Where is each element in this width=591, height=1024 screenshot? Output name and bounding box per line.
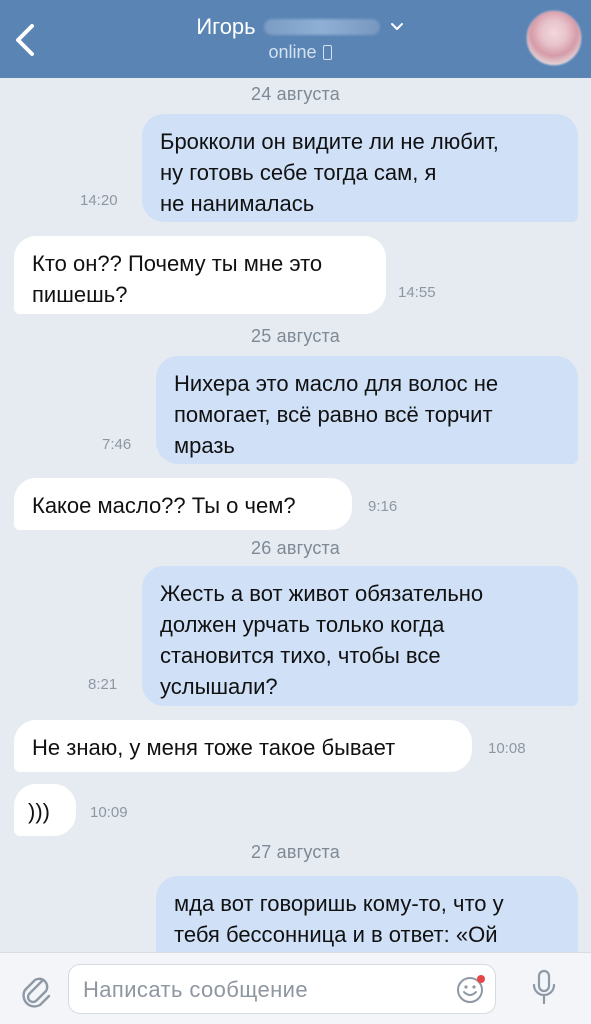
attach-button[interactable] xyxy=(18,969,52,1009)
paperclip-icon xyxy=(22,977,51,1008)
online-status: online xyxy=(268,42,317,62)
message-time: 14:20 xyxy=(80,192,118,209)
chat-header: Игорь online xyxy=(0,0,591,78)
message-time: 9:16 xyxy=(368,498,398,515)
message-time: 10:09 xyxy=(90,804,128,821)
outgoing-message[interactable]: Брокколи он видите ли не любит, ну готов… xyxy=(142,114,578,222)
message-composer: Написать сообщение xyxy=(0,952,591,1024)
message-time: 7:46 xyxy=(102,436,132,453)
back-arrow-icon xyxy=(16,24,34,56)
voice-message-button[interactable] xyxy=(530,967,558,1011)
contact-avatar[interactable] xyxy=(526,10,582,66)
incoming-message[interactable]: Какое масло?? Ты о чем? xyxy=(14,478,352,530)
message-input-placeholder: Написать сообщение xyxy=(83,977,309,1002)
mobile-phone-icon xyxy=(322,45,332,60)
outgoing-message[interactable]: Жесть а вот живот обязательно должен урч… xyxy=(142,566,578,706)
date-separator: 27 августа xyxy=(250,842,340,862)
outgoing-message[interactable]: Нихера это масло для волос не помогает, … xyxy=(156,356,578,464)
blurred-surname xyxy=(263,19,380,35)
date-separator: 25 августа xyxy=(250,326,340,346)
chevron-down-icon xyxy=(390,23,403,30)
smile-icon[interactable] xyxy=(455,973,487,1005)
message-time: 8:21 xyxy=(88,676,118,693)
incoming-message[interactable]: Не знаю, у меня тоже такое бывает xyxy=(14,720,472,772)
contact-title[interactable]: Игорь online xyxy=(150,14,450,63)
incoming-message[interactable]: ))) xyxy=(14,784,76,836)
incoming-message[interactable]: Кто он?? Почему ты мне это пишешь? xyxy=(14,236,386,314)
message-time: 10:08 xyxy=(488,740,526,757)
date-separator: 24 августа xyxy=(250,84,340,104)
back-button[interactable] xyxy=(8,20,44,60)
microphone-icon xyxy=(532,969,556,1005)
message-input[interactable]: Написать сообщение xyxy=(68,964,496,1014)
date-separator: 26 августа xyxy=(250,538,340,558)
contact-name: Игорь xyxy=(196,14,256,39)
message-time: 14:55 xyxy=(398,284,436,301)
